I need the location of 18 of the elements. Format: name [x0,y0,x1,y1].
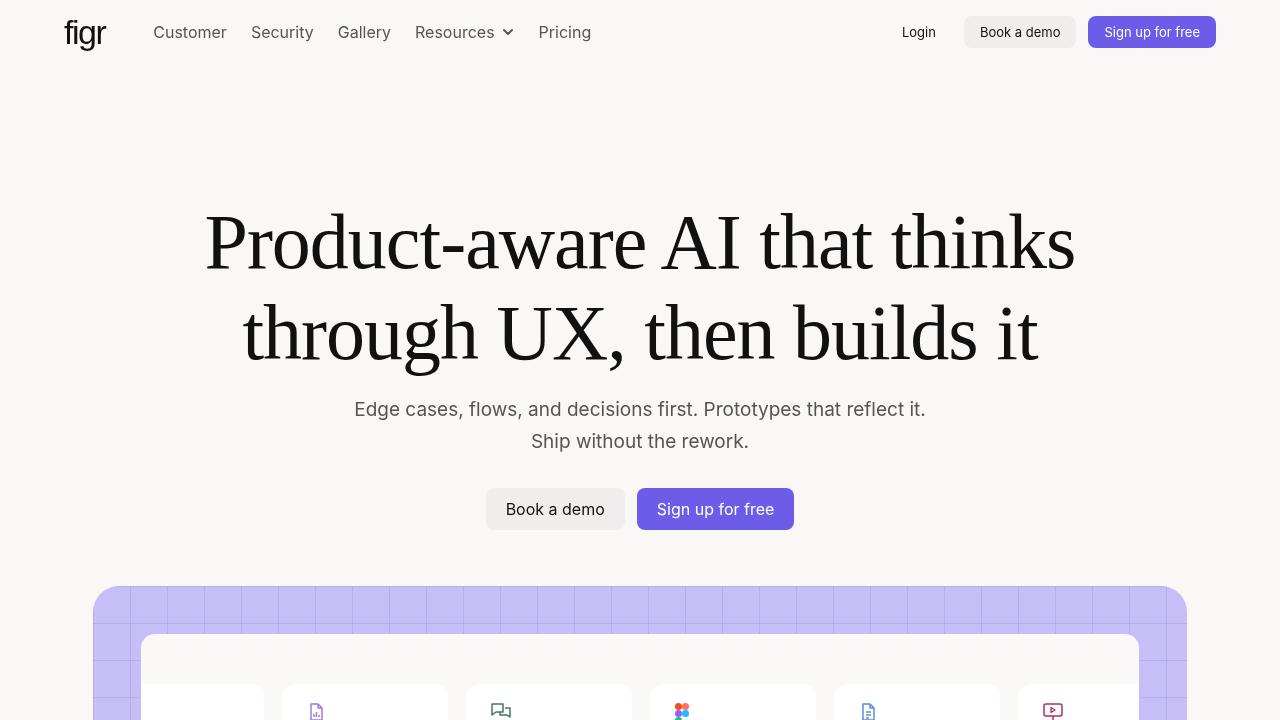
presentation-icon [1042,702,1064,720]
hero-headline: through UX, then builds it [241,288,1040,378]
nav-link[interactable]: Pricing [538,22,592,42]
nav-link[interactable]: Customer [153,22,227,42]
demo-button[interactable]: Book a demo [963,16,1077,48]
demo-button[interactable]: Book a demo [485,488,625,530]
design-tool-icon [674,702,690,720]
chat-bubbles-icon [490,702,512,720]
hero-subtitle: Edge cases, flows, and decisions first. Prototypes that reflect it. Ship without the rework. [354,397,926,455]
nav-link[interactable]: Gallery [337,22,392,42]
nav-label: Resources [415,22,495,42]
signup-button[interactable]: Sign up for free [1088,16,1216,48]
hero-headline: Product-aware AI that thinks [204,197,1076,287]
nav-dropdown[interactable]: Resources [415,22,515,42]
signup-button[interactable]: Sign up for free [636,488,795,530]
nav-link[interactable]: Security [250,22,314,42]
logo[interactable]: figr [64,15,106,49]
login-button[interactable]: Login [885,16,952,48]
